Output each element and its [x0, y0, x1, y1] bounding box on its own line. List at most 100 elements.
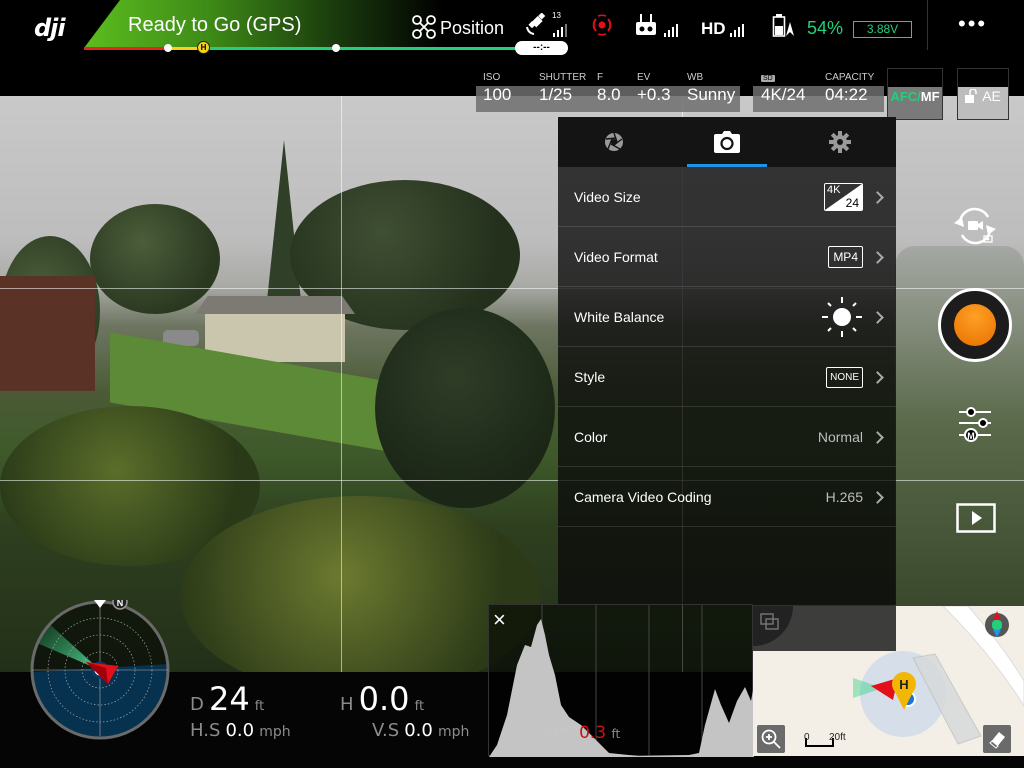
aperture-param[interactable]: F 8.0: [597, 72, 621, 105]
iso-value: 100: [483, 85, 512, 104]
chevron-right-icon: [871, 490, 884, 504]
distance-label: D: [190, 694, 204, 715]
h-speed-label: H.S: [190, 720, 221, 741]
iso-param[interactable]: ISO 100: [483, 72, 511, 105]
manual-settings-icon[interactable]: M: [957, 405, 993, 445]
dji-go-camera-view: dji Ready to Go (GPS) H --:-- Position 1…: [0, 0, 1024, 768]
height-value: 0.0: [358, 680, 410, 718]
scale-end-label: 20ft: [829, 732, 846, 743]
zoom-in-icon: [761, 729, 781, 749]
style-badge: NONE: [826, 366, 863, 388]
flight-progress-track: H: [84, 41, 568, 54]
vps-value: 0.3: [579, 723, 607, 743]
afc-label: AFC: [890, 89, 918, 104]
flight-mode-label[interactable]: Position: [440, 18, 504, 39]
setting-row-video-format[interactable]: Video Format MP4: [558, 227, 896, 287]
unlock-icon: [965, 88, 977, 103]
capacity-param[interactable]: CAPACITY 04:22: [825, 72, 874, 105]
setting-row-white-balance[interactable]: White Balance: [558, 287, 896, 347]
horizontal-speed-readout: H.S 0.0 mph: [190, 720, 291, 741]
north-label: N: [117, 600, 124, 608]
v-speed-value: 0.0: [404, 720, 433, 741]
aircraft-status-text[interactable]: Ready to Go (GPS): [128, 14, 301, 37]
h-speed-value: 0.0: [225, 720, 255, 741]
setting-row-style[interactable]: Style NONE: [558, 347, 896, 407]
framerate-value: 24: [845, 196, 859, 210]
settings-tabs: [558, 117, 896, 167]
scene-roof: [195, 296, 355, 314]
aperture-icon: [605, 132, 624, 151]
focus-mode-button[interactable]: AFC/MF: [887, 68, 943, 120]
scene-pine: [266, 140, 302, 310]
setting-label: White Balance: [574, 308, 665, 325]
rc-signal-bars: [664, 23, 678, 37]
satellite-count: 13: [552, 11, 561, 20]
video-signal-bars: [730, 23, 744, 37]
tab-general-settings[interactable]: [783, 117, 896, 167]
map-zoom-button[interactable]: [757, 725, 785, 753]
attitude-radar[interactable]: N: [30, 600, 170, 740]
setting-row-color[interactable]: Color Normal: [558, 407, 896, 467]
v-speed-label: V.S: [372, 720, 400, 741]
wb-label: WB: [687, 72, 704, 83]
white-balance-param[interactable]: WB Sunny: [687, 72, 735, 105]
v-speed-unit: mph: [437, 724, 470, 740]
drone-icon[interactable]: [411, 14, 437, 40]
setting-row-video-size[interactable]: Video Size 4K 24: [558, 167, 896, 227]
video-link-label[interactable]: HD: [701, 19, 726, 39]
scene-tree: [90, 204, 220, 314]
histogram-chart: [489, 605, 754, 757]
vertical-speed-readout: V.S 0.0 mph: [372, 720, 469, 741]
remote-controller-icon[interactable]: [635, 14, 657, 38]
more-menu-button[interactable]: •••: [958, 13, 987, 35]
divider: [927, 0, 928, 50]
shutter-value: 1/25: [539, 85, 573, 104]
histogram-curve: [489, 619, 754, 757]
battery-icon[interactable]: [772, 14, 794, 38]
storage-param[interactable]: SD 4K/24: [761, 72, 805, 105]
h-speed-unit: mph: [259, 724, 291, 740]
capacity-label: CAPACITY: [825, 72, 875, 83]
shutter-param[interactable]: SHUTTER 1/25: [539, 72, 586, 105]
ev-label: EV: [637, 72, 651, 83]
battery-voltage: 3.88V: [853, 21, 912, 38]
video-format-badge: MP4: [828, 246, 863, 268]
track-point: [164, 44, 172, 52]
eraser-icon: [989, 732, 1005, 749]
wb-value: Sunny: [687, 85, 736, 104]
close-histogram-button[interactable]: ×: [493, 607, 506, 633]
chevron-right-icon: [871, 190, 884, 204]
capacity-value: 04:22: [825, 85, 868, 104]
setting-label: Video Size: [574, 188, 641, 205]
ev-value: +0.3: [637, 85, 671, 104]
track-point: [332, 44, 340, 52]
mini-map[interactable]: H 0 20ft: [753, 606, 1024, 756]
tab-camera[interactable]: [671, 117, 784, 167]
svg-text:M: M: [967, 431, 975, 441]
ae-lock-button[interactable]: AE: [957, 68, 1009, 120]
vps-label: VPS: [541, 723, 574, 743]
setting-label: Style: [574, 368, 606, 385]
setting-row-video-coding[interactable]: Camera Video Coding H.265: [558, 467, 896, 527]
scale-start-label: 0: [804, 732, 810, 743]
record-button[interactable]: [938, 288, 1012, 362]
sd-card-icon: SD: [761, 75, 775, 82]
resolution-badge: 4K 24: [824, 183, 863, 211]
histogram-panel[interactable]: × VPS 0.3 ft: [488, 604, 754, 757]
ev-param[interactable]: EV +0.3: [637, 72, 671, 105]
chevron-right-icon: [871, 430, 884, 444]
storage-value: 4K/24: [761, 85, 806, 104]
obstacle-sensing-icon[interactable]: [590, 13, 614, 37]
scene-house-left: [0, 276, 95, 391]
aperture-value: 8.0: [597, 85, 621, 104]
aperture-label: F: [597, 72, 604, 83]
dji-logo[interactable]: dji: [34, 14, 66, 42]
sun-icon: [822, 297, 862, 337]
photo-video-switch-icon[interactable]: [952, 205, 998, 247]
distance-readout: D 24 ft: [190, 680, 264, 718]
clear-track-button[interactable]: [983, 725, 1011, 753]
playback-icon[interactable]: [956, 503, 996, 533]
scene-dark-tree: [375, 308, 555, 508]
satellite-icon[interactable]: [524, 13, 548, 37]
tab-exposure[interactable]: [558, 117, 671, 167]
